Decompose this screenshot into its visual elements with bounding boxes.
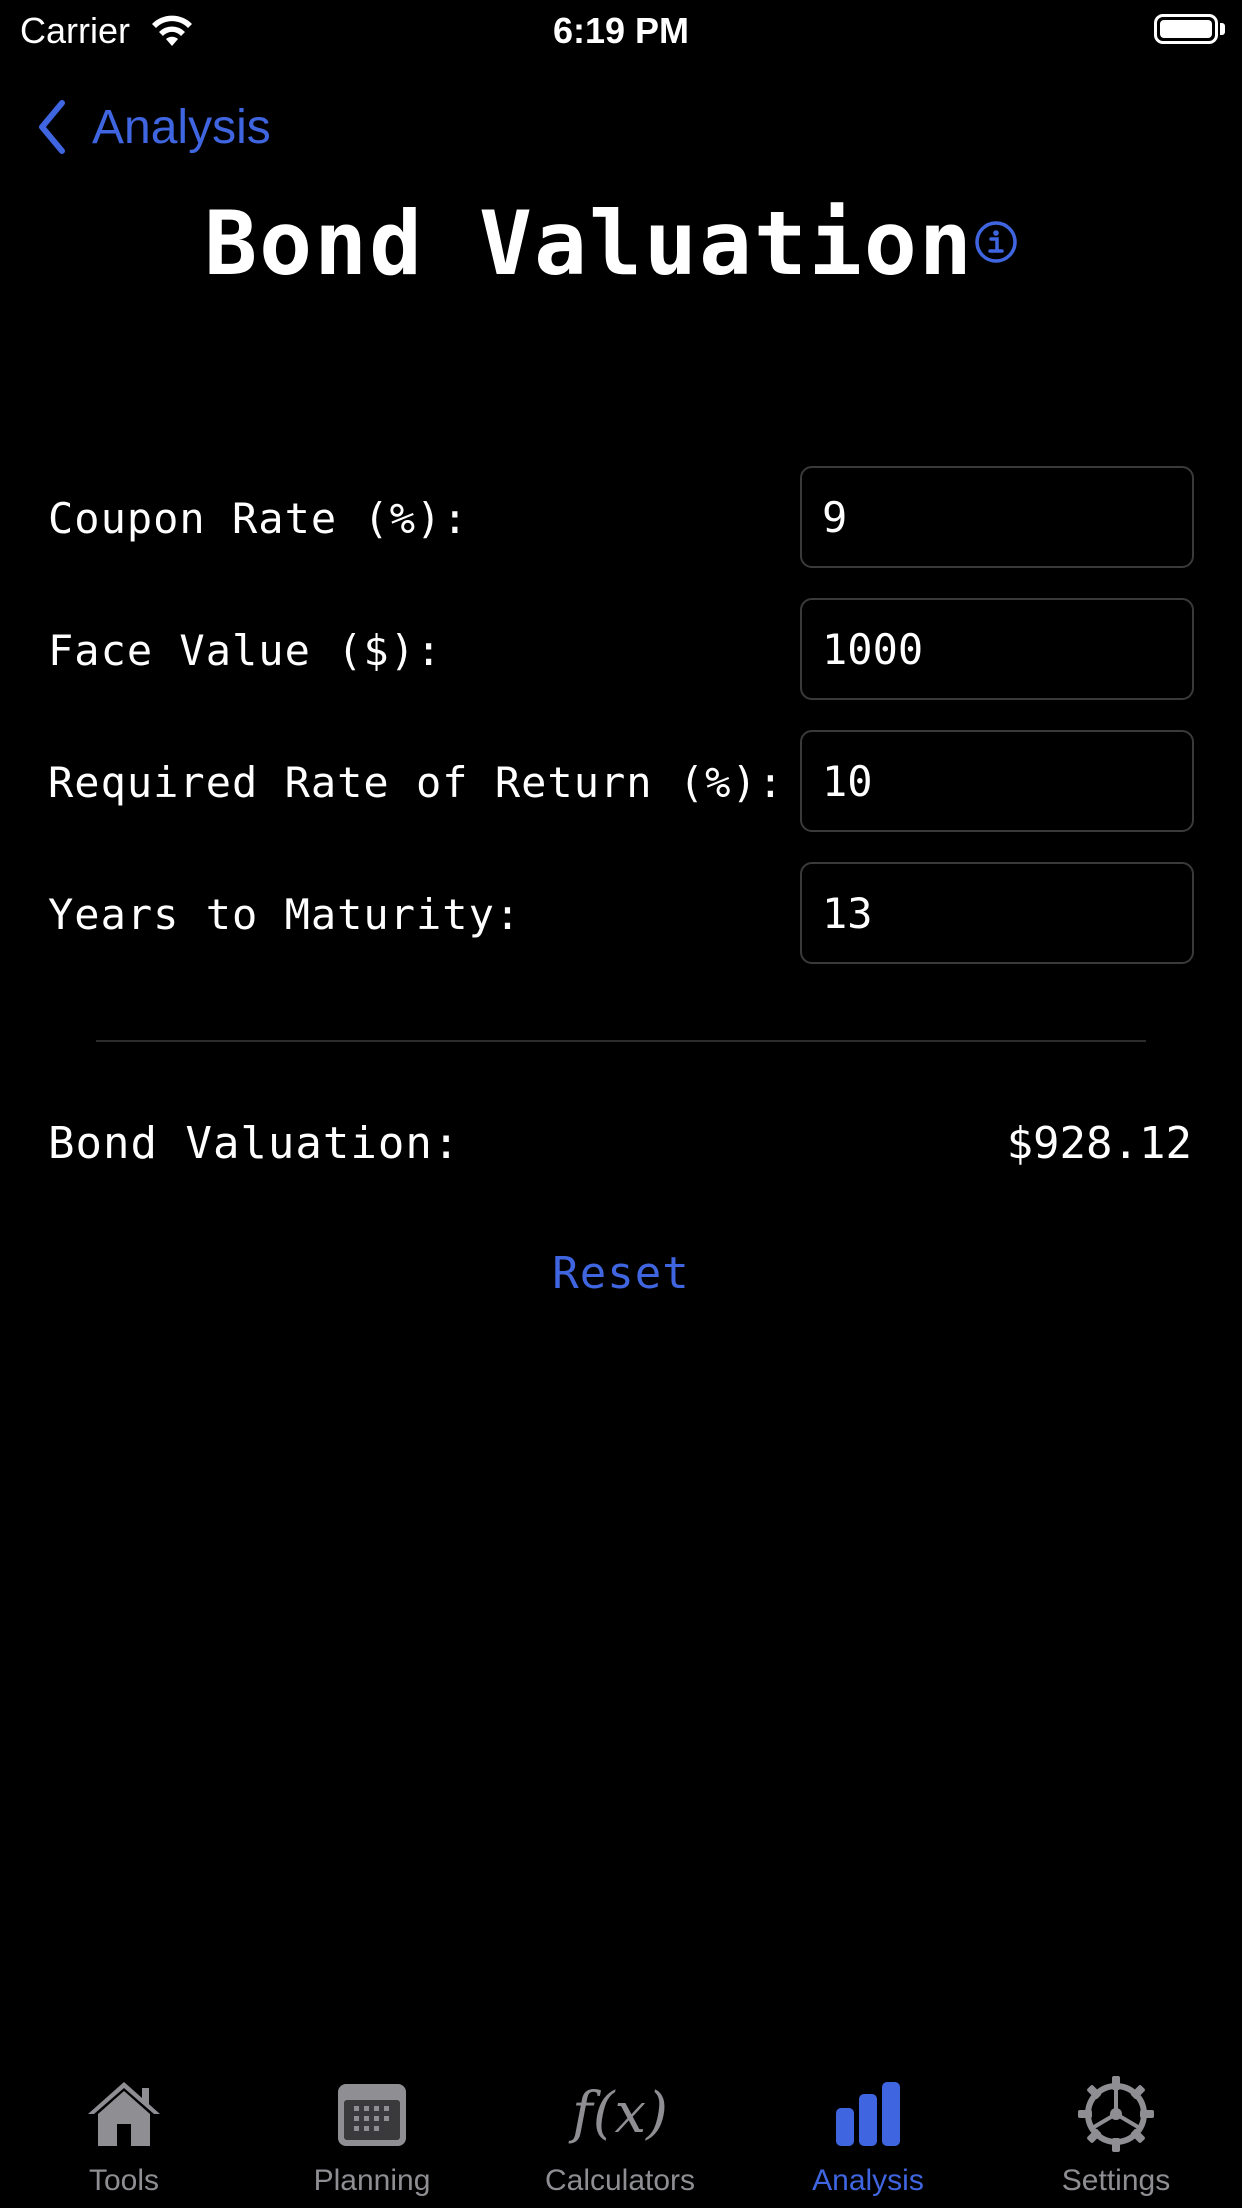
tab-label: Analysis — [812, 2164, 924, 2197]
gear-icon — [1078, 2076, 1154, 2152]
years-to-maturity-row: Years to Maturity: — [0, 862, 1242, 964]
coupon-rate-input[interactable] — [800, 466, 1194, 568]
required-return-label: Required Rate of Return (%): — [48, 758, 785, 807]
battery-icon — [1154, 14, 1218, 44]
divider — [96, 1040, 1146, 1042]
tab-settings[interactable]: Settings — [992, 2066, 1240, 2208]
required-return-row: Required Rate of Return (%): — [0, 730, 1242, 832]
result-value: $928.12 — [1006, 1118, 1192, 1169]
tab-planning[interactable]: Planning — [248, 2066, 496, 2208]
info-icon[interactable] — [974, 220, 1018, 264]
required-return-input[interactable] — [800, 730, 1194, 832]
battery-tip — [1220, 23, 1225, 35]
tab-label: Tools — [88, 2164, 160, 2197]
clock: 6:19 PM — [552, 10, 690, 51]
tab-label: Settings — [1061, 2164, 1171, 2197]
face-value-label: Face Value ($): — [48, 626, 443, 675]
calendar-icon — [338, 2084, 406, 2146]
function-icon: f(x) — [571, 2081, 668, 2146]
result-label: Bond Valuation: — [48, 1118, 461, 1169]
tab-calculators[interactable]: f(x) Calculators — [496, 2066, 744, 2208]
tab-analysis[interactable]: Analysis — [744, 2066, 992, 2208]
chart-icon — [836, 2082, 900, 2146]
back-button[interactable]: Analysis — [36, 92, 271, 162]
tab-bar: Tools Planning f(x) Calculators Analysis — [0, 2066, 1242, 2208]
back-button-label: Analysis — [92, 100, 271, 154]
status-bar: Carrier 6:19 PM — [0, 0, 1242, 62]
tab-label: Planning — [313, 2164, 431, 2197]
years-to-maturity-label: Years to Maturity: — [48, 890, 522, 939]
coupon-rate-row: Coupon Rate (%): — [0, 466, 1242, 568]
coupon-rate-label: Coupon Rate (%): — [48, 494, 469, 543]
tab-tools[interactable]: Tools — [0, 2066, 248, 2208]
chevron-left-icon — [39, 100, 65, 154]
face-value-input[interactable] — [800, 598, 1194, 700]
years-to-maturity-input[interactable] — [800, 862, 1194, 964]
tab-label: Calculators — [544, 2164, 696, 2197]
face-value-row: Face Value ($): — [0, 598, 1242, 700]
reset-button[interactable]: Reset — [0, 1248, 1242, 1299]
house-icon — [88, 2082, 160, 2146]
